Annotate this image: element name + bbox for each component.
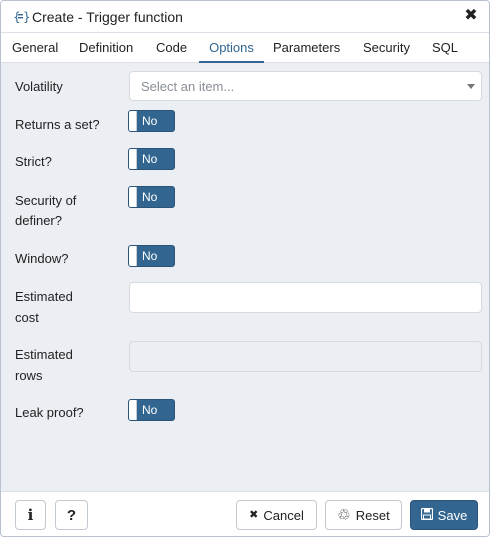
help-icon: ?	[66, 506, 77, 524]
save-button[interactable]: Save	[410, 500, 478, 530]
estimated-rows-label-line2: rows	[15, 368, 43, 383]
estimated-rows-label-line1: Estimated	[15, 347, 73, 362]
security-definer-label-line1: Security of	[15, 193, 77, 208]
toggle-knob	[129, 149, 137, 169]
options-form: Volatility Select an item... Returns a s…	[1, 64, 489, 490]
volatility-label: Volatility	[15, 79, 63, 94]
volatility-select[interactable]: Select an item...	[129, 71, 482, 101]
volatility-placeholder: Select an item...	[141, 79, 235, 94]
tab-bar: General Definition Code Options Paramete…	[1, 33, 489, 63]
estimated-cost-label-line2: cost	[15, 310, 39, 325]
tab-options[interactable]: Options	[199, 33, 264, 63]
toggle-knob	[129, 400, 137, 420]
tab-definition[interactable]: Definition	[79, 33, 133, 63]
info-button[interactable]: i	[15, 500, 46, 530]
security-definer-label-line2: definer?	[15, 213, 62, 228]
close-icon: ✖	[249, 508, 259, 521]
estimated-cost-input[interactable]	[129, 282, 482, 313]
security-definer-toggle[interactable]: No	[128, 186, 175, 208]
save-label: Save	[437, 507, 468, 523]
help-button[interactable]: ?	[55, 500, 88, 530]
toggle-knob	[129, 246, 137, 266]
estimated-cost-label-line1: Estimated	[15, 289, 73, 304]
info-icon: i	[27, 505, 34, 524]
toggle-knob	[129, 187, 137, 207]
dialog-footer: i ? ✖ Cancel ♲ Reset Save	[1, 491, 489, 536]
strict-toggle[interactable]: No	[128, 148, 175, 170]
dialog-title: Create - Trigger function	[32, 9, 183, 25]
window-toggle[interactable]: No	[128, 245, 175, 267]
toggle-state: No	[142, 114, 158, 128]
cancel-button[interactable]: ✖ Cancel	[236, 500, 317, 530]
function-braces-icon: { }	[13, 9, 31, 25]
svg-text:}: }	[23, 10, 29, 24]
dialog-titlebar[interactable]: { } Create - Trigger function ✖	[1, 1, 489, 33]
leak-proof-toggle[interactable]: No	[128, 399, 175, 421]
estimated-rows-input	[129, 341, 482, 372]
strict-label: Strict?	[15, 154, 52, 169]
window-label: Window?	[15, 251, 69, 266]
close-icon[interactable]: ✖	[461, 6, 481, 26]
reset-button[interactable]: ♲ Reset	[325, 500, 402, 530]
returns-set-toggle[interactable]: No	[128, 110, 175, 132]
tab-code[interactable]: Code	[156, 33, 187, 63]
toggle-knob	[129, 111, 137, 131]
create-trigger-function-dialog: { } Create - Trigger function ✖ General …	[0, 0, 490, 537]
tab-general[interactable]: General	[12, 33, 58, 63]
tab-security[interactable]: Security	[363, 33, 410, 63]
tab-parameters[interactable]: Parameters	[273, 33, 340, 63]
leak-proof-label: Leak proof?	[15, 405, 84, 420]
toggle-state: No	[142, 249, 158, 263]
chevron-down-icon	[467, 84, 475, 89]
save-icon	[420, 507, 433, 522]
returns-set-label: Returns a set?	[15, 117, 100, 132]
cancel-label: Cancel	[263, 507, 304, 523]
toggle-state: No	[142, 152, 158, 166]
toggle-state: No	[142, 190, 158, 204]
tab-sql[interactable]: SQL	[432, 33, 458, 63]
recycle-icon: ♲	[337, 506, 351, 524]
toggle-state: No	[142, 403, 158, 417]
reset-label: Reset	[355, 507, 390, 523]
